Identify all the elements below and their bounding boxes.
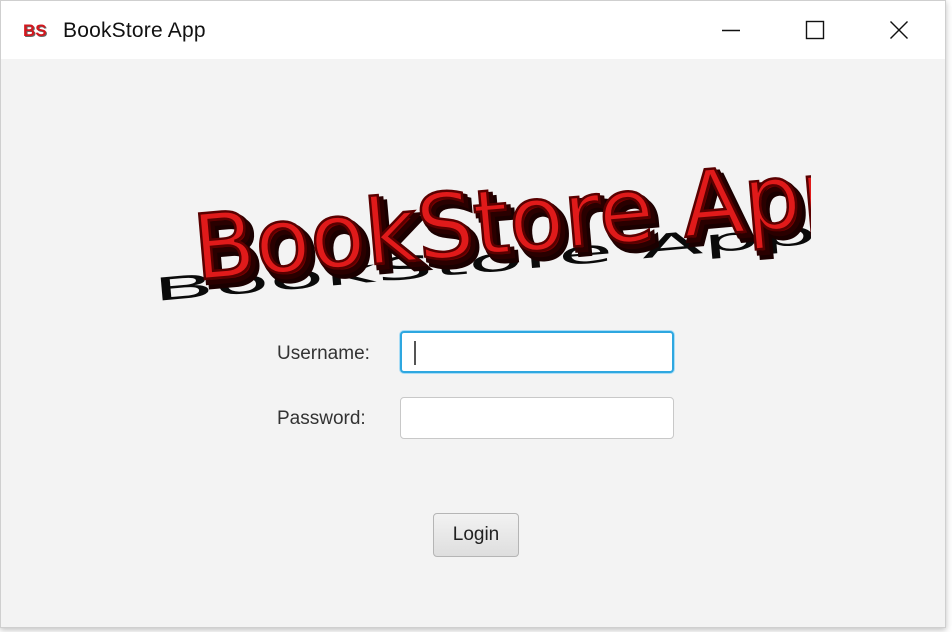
username-input[interactable] [400,331,674,373]
bs-app-icon: BS BS [23,20,53,42]
minimize-icon [722,29,740,32]
bookstore-logo: BookStore App BookStore App BookStore Ap… [151,151,811,311]
maximize-button[interactable] [773,1,857,59]
window-title: BookStore App [63,19,206,42]
app-window: BS BS BookStore App BookStore App BookSt… [0,0,946,628]
password-input[interactable] [400,397,674,439]
svg-text:BS: BS [23,21,47,40]
close-icon [890,21,908,39]
text-caret [414,341,416,365]
minimize-button[interactable] [689,1,773,59]
login-button[interactable]: Login [433,513,519,557]
password-label: Password: [277,408,366,429]
title-bar[interactable]: BS BS BookStore App [1,1,945,59]
maximize-icon [805,20,825,40]
username-label: Username: [277,343,370,364]
close-button[interactable] [857,1,941,59]
